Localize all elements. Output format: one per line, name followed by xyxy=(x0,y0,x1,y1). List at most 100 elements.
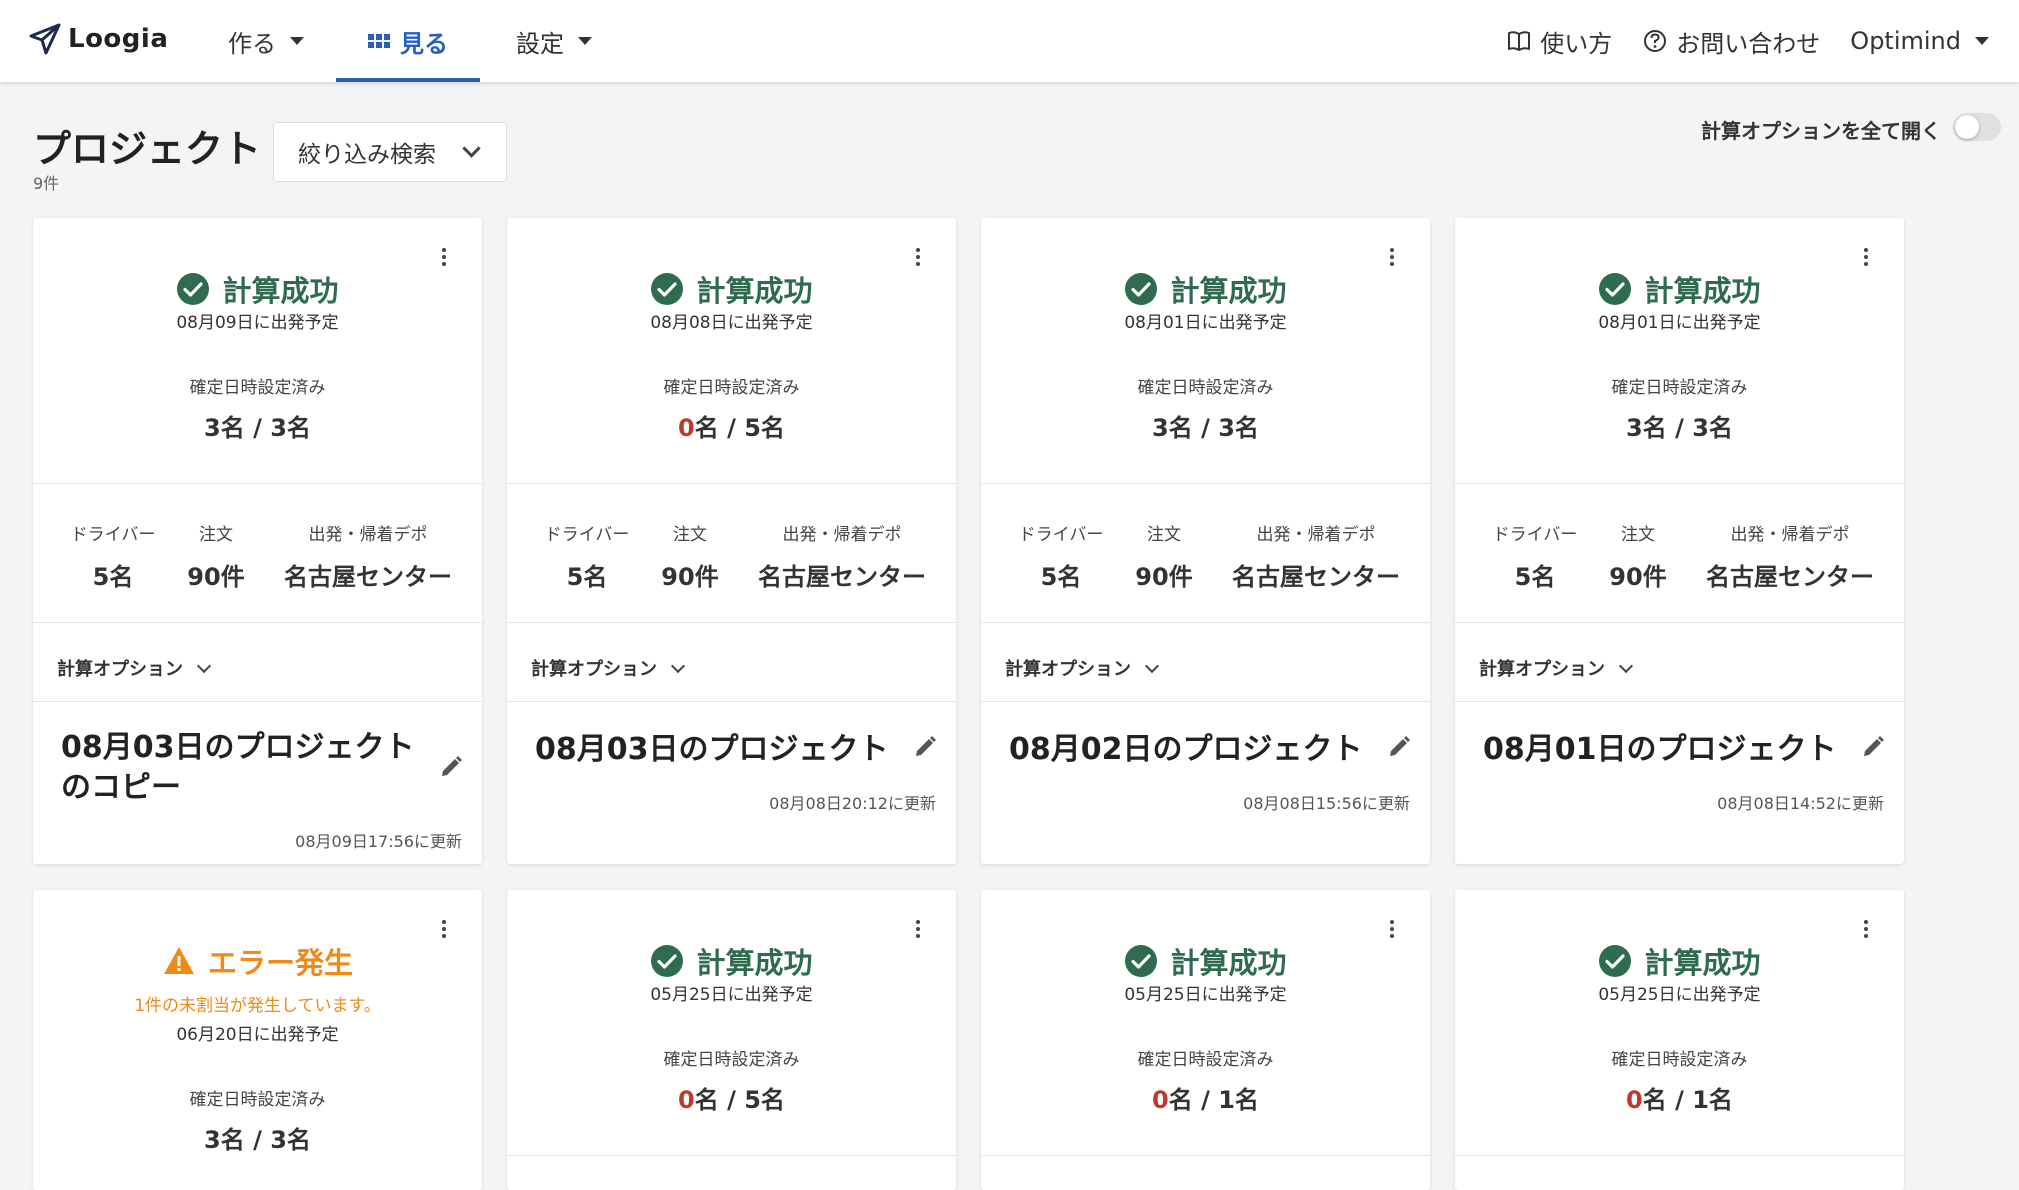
nav-settings-label: 設定 xyxy=(516,29,564,58)
contact-label: お問い合わせ xyxy=(1676,29,1821,58)
divider xyxy=(507,701,956,702)
filter-search-button[interactable]: 絞り込み検索 xyxy=(273,122,507,182)
calc-option-toggle[interactable]: 計算オプション xyxy=(531,655,686,681)
check-circle-icon xyxy=(651,273,684,305)
more-vert-icon[interactable] xyxy=(916,248,922,269)
caret-down-icon xyxy=(290,37,304,45)
fixed-time-label: 確定日時設定済み xyxy=(189,378,326,398)
departure-date: 08月01日に出発予定 xyxy=(1598,313,1761,333)
nav-settings-menu[interactable]: 設定 xyxy=(516,0,592,82)
more-vert-icon[interactable] xyxy=(442,248,448,269)
fixed-rest: 名 / 3名 xyxy=(220,414,311,442)
help-circle-icon xyxy=(1644,30,1667,52)
status-text: 計算成功 xyxy=(696,274,813,308)
status-text: 計算成功 xyxy=(1644,274,1761,308)
active-tab-indicator xyxy=(336,78,480,82)
fixed-time-label: 確定日時設定済み xyxy=(1137,1050,1274,1070)
nav-make-menu[interactable]: 作る xyxy=(228,0,304,82)
driver-stat: ドライバー 5名 xyxy=(537,520,637,592)
more-vert-icon[interactable] xyxy=(1864,248,1870,269)
project-card[interactable]: 計算成功 05月25日に出発予定 確定日時設定済み 0名 / 1名 xyxy=(1455,890,1904,1190)
chevron-down-icon xyxy=(670,658,686,673)
pencil-icon[interactable] xyxy=(438,754,464,780)
pencil-icon[interactable] xyxy=(1860,734,1886,760)
nav-view-tab[interactable]: 見る xyxy=(336,0,480,82)
more-vert-icon[interactable] xyxy=(1390,248,1396,269)
driver-label: ドライバー xyxy=(544,525,630,545)
calc-option-toggle[interactable]: 計算オプション xyxy=(57,655,212,681)
more-vert-icon[interactable] xyxy=(1390,920,1396,941)
departure-date: 06月20日に出発予定 xyxy=(176,1025,339,1045)
updated-at: 08月08日14:52に更新 xyxy=(1717,794,1884,813)
depot-name: 名古屋センター xyxy=(284,563,452,591)
project-count: 9件 xyxy=(33,174,60,193)
logo-text: Loogia xyxy=(68,24,169,54)
updated-at: 08月09日17:56に更新 xyxy=(295,832,462,851)
driver-label: ドライバー xyxy=(1492,525,1578,545)
project-card[interactable]: 計算成功 08月01日に出発予定 確定日時設定済み 3名 / 3名 ドライバー … xyxy=(1455,218,1904,864)
project-card[interactable]: 計算成功 08月09日に出発予定 確定日時設定済み 3名 / 3名 ドライバー … xyxy=(33,218,482,864)
pencil-icon[interactable] xyxy=(912,734,938,760)
divider xyxy=(507,622,956,623)
fixed-time-label: 確定日時設定済み xyxy=(1137,378,1274,398)
status-success: 計算成功 xyxy=(507,940,956,982)
logo[interactable]: Loogia xyxy=(28,22,168,56)
project-card[interactable]: エラー発生 1件の未割当が発生しています。 06月20日に出発予定 確定日時設定… xyxy=(33,890,482,1190)
departure-date: 08月08日に出発予定 xyxy=(650,313,813,333)
expand-all-options-label: 計算オプションを全て開く xyxy=(1701,119,1941,143)
order-label: 注文 xyxy=(1147,525,1181,545)
check-circle-icon xyxy=(1125,945,1158,977)
depot-label: 出発・帰着デポ xyxy=(782,525,902,545)
calc-option-toggle[interactable]: 計算オプション xyxy=(1479,655,1634,681)
pencil-icon[interactable] xyxy=(1386,734,1412,760)
more-vert-icon[interactable] xyxy=(1864,920,1870,941)
depot-label: 出発・帰着デポ xyxy=(308,525,428,545)
fixed-rest: 名 / 3名 xyxy=(1642,414,1733,442)
check-circle-icon xyxy=(1599,273,1632,305)
project-name: 08月01日のプロジェクト xyxy=(1483,732,1837,767)
order-count: 90件 xyxy=(1609,563,1667,591)
depot-stat: 出発・帰着デポ 名古屋センター xyxy=(1695,520,1885,592)
divider xyxy=(1455,1155,1904,1156)
fixed-rest: 名 / 5名 xyxy=(694,1086,785,1114)
more-vert-icon[interactable] xyxy=(916,920,922,941)
contact-link[interactable]: お問い合わせ xyxy=(1642,24,1820,59)
calc-option-label: 計算オプション xyxy=(1479,659,1605,680)
divider xyxy=(33,701,482,702)
project-card[interactable]: 計算成功 05月25日に出発予定 確定日時設定済み 0名 / 1名 xyxy=(981,890,1430,1190)
status-text: 計算成功 xyxy=(222,274,339,308)
departure-date: 05月25日に出発予定 xyxy=(1124,985,1287,1005)
project-card[interactable]: 計算成功 08月01日に出発予定 確定日時設定済み 3名 / 3名 ドライバー … xyxy=(981,218,1430,864)
departure-date: 08月01日に出発予定 xyxy=(1124,313,1287,333)
paper-plane-icon xyxy=(29,23,61,55)
order-stat: 注文 90件 xyxy=(1129,520,1199,592)
calc-option-toggle[interactable]: 計算オプション xyxy=(1005,655,1160,681)
divider xyxy=(981,483,1430,484)
top-navbar: Loogia 作る 見る 設定 使い方 お問い合わせ Optimind xyxy=(0,0,2019,82)
updated-at: 08月08日20:12に更新 xyxy=(769,794,936,813)
fixed-time-label: 確定日時設定済み xyxy=(663,1050,800,1070)
depot-stat: 出発・帰着デポ 名古屋センター xyxy=(273,520,463,592)
fixed-done: 3 xyxy=(204,414,221,442)
status-text: 計算成功 xyxy=(1170,946,1287,980)
nav-view-label: 見る xyxy=(400,29,448,58)
order-count: 90件 xyxy=(187,563,245,591)
driver-count: 5名 xyxy=(1514,563,1556,591)
more-vert-icon[interactable] xyxy=(442,920,448,941)
project-card[interactable]: 計算成功 05月25日に出発予定 確定日時設定済み 0名 / 5名 xyxy=(507,890,956,1190)
fixed-time-count: 3名 / 3名 xyxy=(1455,408,1904,443)
fixed-time-count: 0名 / 1名 xyxy=(981,1080,1430,1115)
order-stat: 注文 90件 xyxy=(181,520,251,592)
filter-label: 絞り込み検索 xyxy=(298,142,436,168)
fixed-time-label: 確定日時設定済み xyxy=(663,378,800,398)
fixed-rest: 名 / 5名 xyxy=(694,414,785,442)
user-menu[interactable]: Optimind xyxy=(1850,27,1989,55)
expand-all-options-toggle[interactable] xyxy=(1953,113,2001,141)
project-card[interactable]: 計算成功 08月08日に出発予定 確定日時設定済み 0名 / 5名 ドライバー … xyxy=(507,218,956,864)
departure-date: 05月25日に出発予定 xyxy=(1598,985,1761,1005)
usage-link[interactable]: 使い方 xyxy=(1506,24,1612,59)
divider xyxy=(33,622,482,623)
calc-option-label: 計算オプション xyxy=(57,659,183,680)
status-success: 計算成功 xyxy=(507,268,956,310)
fixed-time-count: 3名 / 3名 xyxy=(33,408,482,443)
